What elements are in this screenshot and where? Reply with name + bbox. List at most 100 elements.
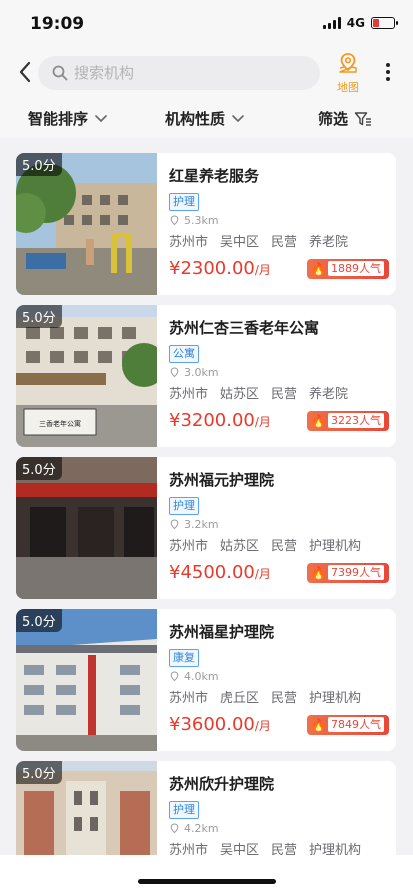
price: ¥3200.00/月 [169, 410, 271, 431]
institution-card[interactable]: 5.0分 苏州福元护理院 护理 3.2km 苏州市 姑苏区 民营 护理机构 ¥4… [16, 457, 396, 599]
status-icons: 4G [322, 16, 398, 30]
institution-type: 养老院 [309, 387, 349, 402]
price-value: ¥3600.00 [169, 714, 255, 735]
institution-card[interactable]: 5.0分 红星养老服务 护理 5.3km 苏州市 吴中区 民营 养老院 ¥230… [16, 153, 396, 295]
institution-info: 苏州福元护理院 护理 3.2km 苏州市 姑苏区 民营 护理机构 ¥4500.0… [169, 469, 389, 583]
location-icon [170, 367, 179, 378]
popularity-badge: 🔥 3223人气 [307, 410, 389, 431]
back-button[interactable] [18, 60, 38, 84]
city: 苏州市 [169, 235, 209, 250]
district: 吴中区 [220, 235, 260, 250]
more-vertical-icon [380, 63, 396, 81]
institution-name: 苏州仁杏三香老年公寓 [169, 319, 320, 337]
institution-photo: 5.0分 [16, 153, 157, 295]
sort-filter[interactable]: 智能排序 [28, 108, 108, 129]
popularity-count: 3223人气 [328, 413, 384, 428]
institution-type: 护理机构 [309, 539, 362, 554]
category-tag: 护理 [169, 193, 199, 211]
institution-card[interactable]: 三香老年公寓 5.0分 苏州仁杏三香老年公寓 公寓 3.0km 苏州市 姑苏区 … [16, 305, 396, 447]
popularity-badge: 🔥 7849人气 [307, 714, 389, 735]
institution-meta: 苏州市 姑苏区 民营 护理机构 [169, 535, 389, 554]
network-type: 4G [346, 16, 365, 30]
popularity-count: 7849人气 [328, 717, 384, 732]
search-input[interactable] [74, 56, 304, 90]
price: ¥3600.00/月 [169, 714, 271, 735]
distance-value: 3.2km [184, 518, 219, 531]
location-icon [170, 215, 179, 226]
institution-info: 苏州福星护理院 康复 4.0km 苏州市 虎丘区 民营 护理机构 ¥3600.0… [169, 621, 389, 735]
chevron-down-icon [95, 114, 107, 122]
ownership: 民营 [271, 387, 298, 402]
more-menu-button[interactable] [380, 60, 396, 86]
district: 姑苏区 [220, 387, 260, 402]
distance: 4.2km [169, 822, 389, 835]
ownership: 民营 [271, 539, 298, 554]
fire-icon: 🔥 [311, 717, 326, 732]
distance-value: 4.2km [184, 822, 219, 835]
institution-name: 苏州福星护理院 [169, 623, 275, 641]
institution-info: 苏州仁杏三香老年公寓 公寓 3.0km 苏州市 姑苏区 民营 养老院 ¥3200… [169, 317, 389, 431]
search-box[interactable] [38, 56, 320, 90]
institution-type: 养老院 [309, 235, 349, 250]
price-row: ¥2300.00/月 🔥 1889人气 [169, 258, 389, 279]
fire-icon: 🔥 [311, 261, 326, 276]
institution-info: 苏州欣升护理院 护理 4.2km 苏州市 吴中区 民营 护理机构 [169, 773, 389, 858]
category-tag: 护理 [169, 497, 199, 515]
popularity-badge: 🔥 7399人气 [307, 562, 389, 583]
district: 虎丘区 [220, 691, 260, 706]
map-label: 地图 [337, 81, 359, 94]
price-unit: /月 [254, 415, 271, 429]
institution-photo: 5.0分 [16, 761, 157, 861]
institution-photo: 5.0分 [16, 609, 157, 751]
distance: 5.3km [169, 214, 389, 227]
institution-meta: 苏州市 吴中区 民营 养老院 [169, 231, 389, 250]
price-value: ¥4500.00 [169, 562, 255, 583]
category-tag: 公寓 [169, 345, 199, 363]
institution-type: 护理机构 [309, 691, 362, 706]
institution-photo: 5.0分 [16, 457, 157, 599]
distance: 3.2km [169, 518, 389, 531]
popularity-badge: 🔥 1889人气 [307, 258, 389, 279]
institution-card[interactable]: 5.0分 苏州福星护理院 康复 4.0km 苏州市 虎丘区 民营 护理机构 ¥3… [16, 609, 396, 751]
screen-filter[interactable]: 筛选 [318, 108, 372, 129]
chevron-left-icon [19, 61, 31, 83]
nature-filter[interactable]: 机构性质 [165, 108, 245, 129]
funnel-icon [354, 111, 372, 126]
price-row: ¥3200.00/月 🔥 3223人气 [169, 410, 389, 431]
location-icon [170, 519, 179, 530]
search-icon [52, 65, 68, 81]
price-row: ¥3600.00/月 🔥 7849人气 [169, 714, 389, 735]
battery-icon [371, 17, 398, 29]
distance: 4.0km [169, 670, 389, 683]
price-unit: /月 [254, 719, 271, 733]
institution-card[interactable]: 5.0分 苏州欣升护理院 护理 4.2km 苏州市 吴中区 民营 护理机构 [16, 761, 396, 861]
price-unit: /月 [254, 567, 271, 581]
distance-value: 4.0km [184, 670, 219, 683]
status-bar: 19:09 4G [0, 0, 413, 48]
ownership: 民营 [271, 691, 298, 706]
institution-name: 红星养老服务 [169, 167, 260, 185]
popularity-count: 1889人气 [328, 261, 384, 276]
nature-filter-label: 机构性质 [165, 110, 226, 128]
map-button[interactable]: 地图 [332, 52, 364, 94]
screen-filter-label: 筛选 [318, 110, 349, 128]
sign-text: 三香老年公寓 [39, 419, 81, 428]
popularity-count: 7399人气 [328, 565, 384, 580]
score-badge: 5.0分 [16, 761, 62, 784]
price-row: ¥4500.00/月 🔥 7399人气 [169, 562, 389, 583]
score-badge: 5.0分 [16, 153, 62, 176]
city: 苏州市 [169, 691, 209, 706]
chevron-down-icon [232, 114, 244, 122]
home-indicator[interactable] [138, 879, 276, 884]
price: ¥4500.00/月 [169, 562, 271, 583]
institution-meta: 苏州市 虎丘区 民营 护理机构 [169, 687, 389, 706]
price-unit: /月 [254, 263, 271, 277]
institution-name: 苏州福元护理院 [169, 471, 275, 489]
signal-icon [322, 17, 341, 29]
institution-info: 红星养老服务 护理 5.3km 苏州市 吴中区 民营 养老院 ¥2300.00/… [169, 165, 389, 279]
location-icon [170, 823, 179, 834]
city: 苏州市 [169, 387, 209, 402]
price: ¥2300.00/月 [169, 258, 271, 279]
score-badge: 5.0分 [16, 305, 62, 328]
status-time: 19:09 [30, 14, 85, 34]
